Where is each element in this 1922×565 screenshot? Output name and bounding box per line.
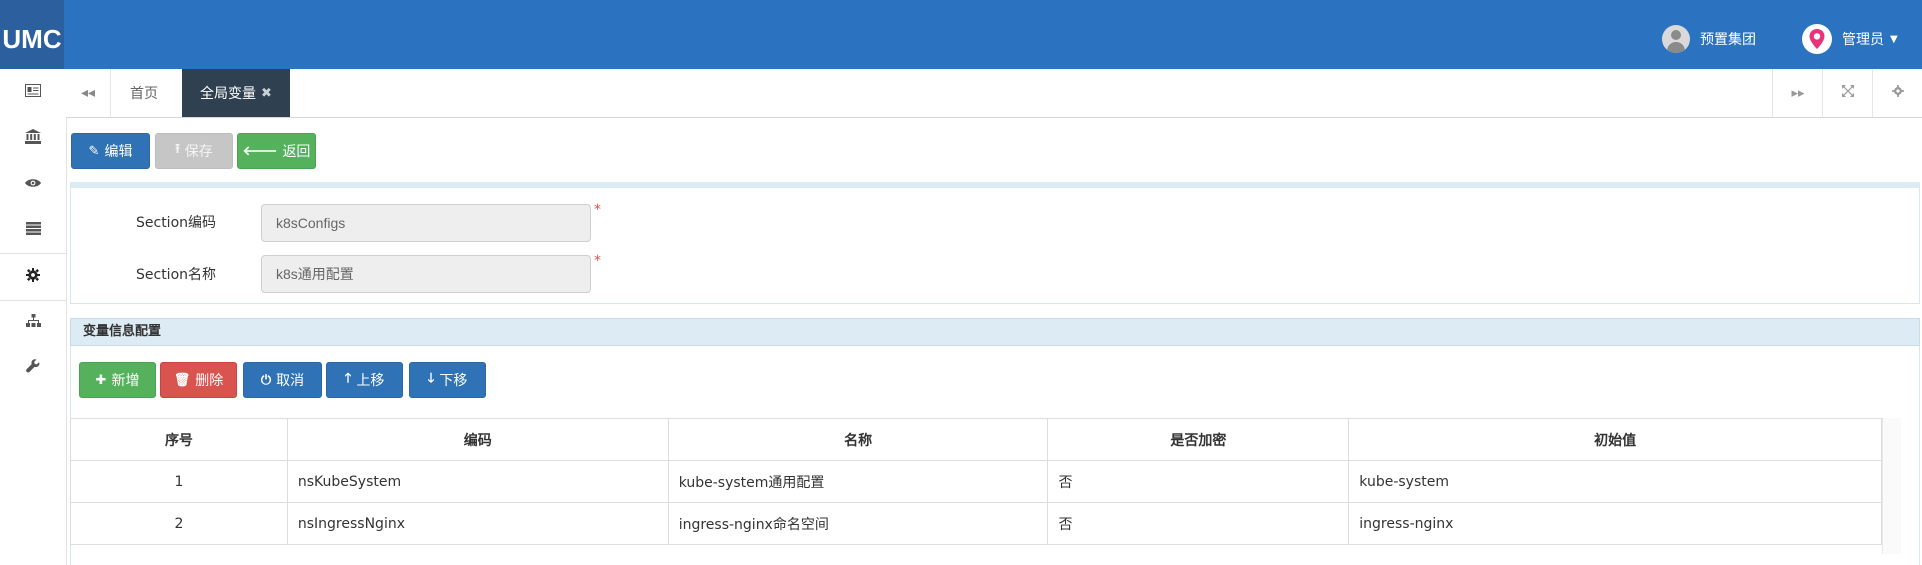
save-label: 保存 [184, 144, 213, 160]
save-button[interactable]: ⭱ 保存 [155, 133, 233, 169]
delete-button[interactable]: 🗑 删除 [160, 362, 237, 398]
upload-icon: ⭱ [175, 142, 180, 157]
section-name-input[interactable] [261, 255, 591, 293]
column-header-code[interactable]: 编码 [286, 418, 669, 461]
cancel-button[interactable]: ⏻ 取消 [243, 362, 322, 398]
tab-label: 全局变量 [200, 86, 257, 102]
org-switcher[interactable]: 预置集团 [1662, 24, 1756, 54]
tab-settings-button[interactable] [1872, 69, 1922, 117]
sidebar-item-sitemap[interactable] [0, 299, 66, 345]
edit-label: 编辑 [104, 144, 133, 160]
edit-icon: ✎ [88, 143, 100, 159]
row-code[interactable]: nsKubeSystem [286, 460, 669, 503]
sidebar-item-eye[interactable] [0, 161, 66, 207]
org-label: 预置集团 [1700, 32, 1756, 48]
user-menu[interactable]: 管理员 ▼ [1802, 24, 1898, 54]
avatar [1662, 25, 1690, 53]
top-bar: UMC 预置集团 管理员 ▼ [0, 0, 1922, 69]
row-encrypted[interactable]: 否 [1047, 460, 1350, 503]
arrow-up-icon: 🡑 [344, 371, 352, 386]
move-down-button[interactable]: 🡓 下移 [409, 362, 486, 398]
sidebar-item-bank[interactable] [0, 115, 66, 161]
row-encrypted[interactable]: 否 [1047, 502, 1350, 545]
location-pin-icon [1802, 24, 1832, 54]
tab-global-variables[interactable]: 全局变量 ✖ [182, 69, 290, 117]
arrow-down-icon: 🡓 [427, 371, 435, 386]
app-logo[interactable]: UMC [0, 0, 64, 69]
sidebar-item-settings[interactable] [0, 253, 66, 301]
table-header-row: 序号 编码 名称 是否加密 初始值 [70, 418, 1882, 461]
bank-icon [25, 128, 41, 148]
row-initial-value[interactable]: kube-system [1348, 460, 1882, 503]
row-code[interactable]: nsIngressNginx [286, 502, 669, 545]
column-header-index[interactable]: 序号 [70, 418, 288, 461]
variables-panel-title: 变量信息配置 [70, 318, 1920, 346]
user-label: 管理员 [1842, 32, 1884, 48]
required-mark: * [594, 202, 601, 218]
add-button[interactable]: ✚ 新增 [79, 362, 156, 398]
delete-label: 删除 [195, 373, 224, 389]
row-initial-value[interactable]: ingress-nginx [1348, 502, 1882, 545]
move-up-label: 上移 [356, 373, 385, 389]
section-code-label: Section编码 [136, 215, 217, 231]
close-icon[interactable]: ✖ [261, 86, 272, 101]
expand-icon [1842, 85, 1854, 101]
double-chevron-right-icon: ▸▸ [1791, 85, 1805, 101]
cancel-label: 取消 [276, 373, 305, 389]
column-header-initial-value[interactable]: 初始值 [1348, 418, 1882, 461]
variables-table: 序号 编码 名称 是否加密 初始值 1 nsKubeSystem kube-sy… [70, 418, 1882, 545]
column-header-encrypted[interactable]: 是否加密 [1047, 418, 1350, 461]
id-card-icon [25, 83, 41, 101]
row-index: 1 [70, 460, 288, 503]
wrench-icon [26, 359, 40, 377]
tab-bar: ◂◂ 首页 全局变量 ✖ ▸▸ [66, 69, 1922, 118]
table-scrollbar[interactable] [1882, 418, 1901, 554]
plus-icon: ✚ [95, 372, 107, 388]
row-name[interactable]: ingress-nginx命名空间 [667, 502, 1049, 545]
chevron-down-icon: ▼ [1890, 33, 1898, 45]
row-index: 2 [70, 502, 288, 545]
sitemap-icon [25, 313, 41, 331]
tab-home[interactable]: 首页 [110, 69, 178, 117]
sidebar [0, 69, 67, 565]
gear-icon [26, 268, 40, 286]
list-icon [25, 221, 41, 239]
section-code-input[interactable] [261, 204, 591, 242]
gear-icon [1892, 85, 1904, 101]
column-header-name[interactable]: 名称 [667, 418, 1049, 461]
arrow-left-icon: 🡐 [242, 144, 278, 159]
edit-button[interactable]: ✎ 编辑 [71, 133, 150, 169]
required-mark: * [594, 253, 601, 269]
add-label: 新增 [111, 373, 140, 389]
move-up-button[interactable]: 🡑 上移 [326, 362, 403, 398]
move-down-label: 下移 [439, 373, 468, 389]
back-label: 返回 [282, 144, 311, 160]
trash-icon: 🗑 [173, 372, 191, 388]
power-icon: ⏻ [260, 372, 272, 388]
tab-scroll-right-button[interactable]: ▸▸ [1772, 69, 1823, 117]
table-row[interactable]: 2 nsIngressNginx ingress-nginx命名空间 否 ing… [70, 502, 1882, 545]
table-row[interactable]: 1 nsKubeSystem kube-system通用配置 否 kube-sy… [70, 460, 1882, 503]
sidebar-item-tools[interactable] [0, 345, 66, 391]
fullscreen-button[interactable] [1822, 69, 1873, 117]
double-chevron-left-icon: ◂◂ [80, 85, 96, 101]
tab-scroll-left-button[interactable]: ◂◂ [66, 69, 111, 117]
section-name-label: Section名称 [136, 267, 217, 283]
back-button[interactable]: 🡐 返回 [237, 133, 316, 169]
row-name[interactable]: kube-system通用配置 [667, 460, 1049, 503]
sidebar-item-id-card[interactable] [0, 69, 66, 115]
sidebar-item-list[interactable] [0, 207, 66, 253]
eye-icon [25, 176, 41, 192]
